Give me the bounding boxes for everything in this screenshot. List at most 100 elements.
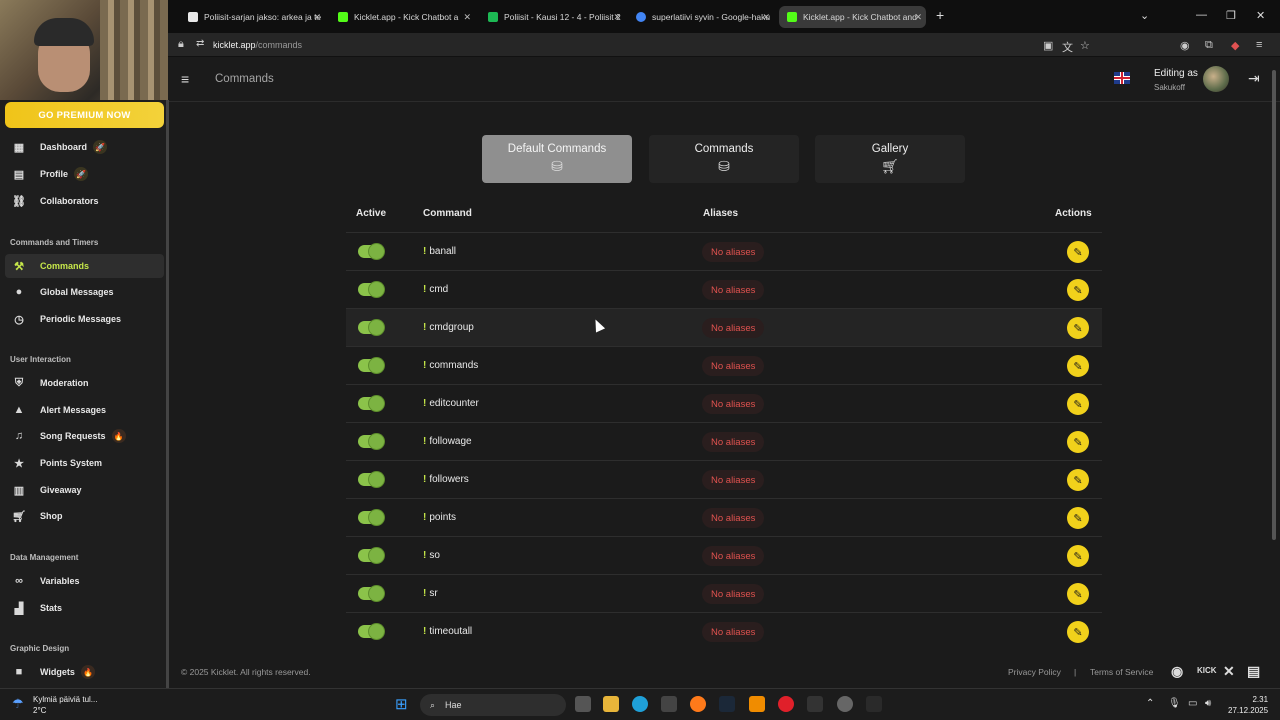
- sidebar-item-song-requests[interactable]: ♫ Song Requests 🔥: [5, 424, 164, 448]
- menu-icon[interactable]: ≡: [1256, 39, 1262, 51]
- sidebar-item-alert-messages[interactable]: ▲ Alert Messages: [5, 398, 164, 422]
- store-icon[interactable]: [661, 696, 677, 712]
- opera-icon[interactable]: [778, 696, 794, 712]
- tab-commands[interactable]: Commands ⛁: [649, 135, 799, 183]
- file-explorer-icon[interactable]: [603, 696, 619, 712]
- active-toggle[interactable]: [358, 282, 384, 297]
- edit-pencil-icon[interactable]: ✎: [1067, 583, 1089, 605]
- active-toggle[interactable]: [358, 472, 384, 487]
- edge-icon[interactable]: [632, 696, 648, 712]
- browser-tab-2[interactable]: Poliisit - Kausi 12 - 4 - Poliisit 2 ✕: [480, 6, 625, 28]
- browser-tab-1[interactable]: Kicklet.app - Kick Chatbot a ✕: [330, 6, 475, 28]
- active-toggle[interactable]: [358, 244, 384, 259]
- sidebar-scrollbar[interactable]: [166, 100, 169, 688]
- addon-icon[interactable]: ◆: [1231, 39, 1239, 52]
- microphone-icon[interactable]: 🎙︎: [1168, 698, 1181, 709]
- sidebar-item-variables[interactable]: ∞ Variables: [5, 569, 164, 593]
- active-toggle[interactable]: [358, 396, 384, 411]
- sidebar-item-giveaway[interactable]: ▥ Giveaway: [5, 478, 164, 502]
- account-icon[interactable]: ◉: [1180, 39, 1190, 52]
- active-toggle[interactable]: [358, 320, 384, 335]
- avatar[interactable]: [1203, 66, 1229, 92]
- terminal-icon[interactable]: [807, 696, 823, 712]
- sidebar-item-label: Variables: [40, 576, 80, 586]
- minimize-icon[interactable]: —: [1196, 9, 1207, 21]
- task-view-icon[interactable]: [575, 696, 591, 712]
- sidebar-item-collaborators[interactable]: ⛓ Collaborators: [5, 189, 164, 213]
- bookmark-star-icon[interactable]: ☆: [1080, 39, 1090, 52]
- reader-view-icon[interactable]: ▣: [1043, 39, 1053, 52]
- edit-pencil-icon[interactable]: ✎: [1067, 431, 1089, 453]
- browser-tab-0[interactable]: Poliisit-sarjan jakso: arkea ja te ✕: [180, 6, 325, 28]
- active-toggle[interactable]: [358, 358, 384, 373]
- sidebar-item-points-system[interactable]: ★ Points System: [5, 451, 164, 475]
- translate-icon[interactable]: 文: [1062, 39, 1073, 55]
- new-tab-icon[interactable]: +: [936, 7, 944, 23]
- edit-pencil-icon[interactable]: ✎: [1067, 317, 1089, 339]
- logout-icon[interactable]: ⇥: [1248, 70, 1260, 87]
- close-icon[interactable]: ✕: [914, 12, 922, 23]
- edit-pencil-icon[interactable]: ✎: [1067, 279, 1089, 301]
- close-icon[interactable]: ✕: [613, 12, 621, 23]
- x-icon[interactable]: ✕: [1223, 663, 1235, 680]
- sidebar-item-shop[interactable]: 🛒︎ Shop: [5, 504, 164, 528]
- edit-pencil-icon[interactable]: ✎: [1067, 355, 1089, 377]
- firefox-icon[interactable]: [690, 696, 706, 712]
- weather-widget[interactable]: Kylmiä päiviä tul... 2°C: [33, 694, 97, 716]
- steam-icon[interactable]: [719, 696, 735, 712]
- go-premium-button[interactable]: GO PREMIUM NOW: [5, 102, 164, 128]
- edit-pencil-icon[interactable]: ✎: [1067, 621, 1089, 643]
- sidebar-item-dashboard[interactable]: ▦ Dashboard 🚀: [5, 135, 164, 159]
- privacy-policy-link[interactable]: Privacy Policy: [1008, 667, 1061, 677]
- edit-pencil-icon[interactable]: ✎: [1067, 469, 1089, 491]
- uk-flag-icon[interactable]: [1114, 72, 1130, 84]
- settings-gear-icon[interactable]: [837, 696, 853, 712]
- sidebar-item-profile[interactable]: ▤ Profile 🚀: [5, 162, 164, 186]
- volume-icon[interactable]: 🔊︎: [1205, 698, 1211, 709]
- tab-list-chevron-icon[interactable]: ⌄: [1140, 9, 1149, 22]
- kick-icon[interactable]: KICK: [1197, 666, 1217, 675]
- extensions-icon[interactable]: ⧉: [1205, 39, 1213, 52]
- edit-pencil-icon[interactable]: ✎: [1067, 507, 1089, 529]
- active-toggle[interactable]: [358, 548, 384, 563]
- active-toggle[interactable]: [358, 624, 384, 639]
- sidebar-item-periodic-messages[interactable]: ◷ Periodic Messages: [5, 307, 164, 331]
- tab-gallery[interactable]: Gallery 🛒︎: [815, 135, 965, 183]
- sidebar-item-stats[interactable]: ▟ Stats: [5, 596, 164, 620]
- tab-default-commands[interactable]: Default Commands ⛁: [482, 135, 632, 183]
- close-icon[interactable]: ✕: [313, 12, 321, 23]
- lock-icon[interactable]: 🔒︎: [178, 38, 184, 51]
- table-row: ! sr No aliases ✎: [346, 574, 1102, 612]
- taskbar-search[interactable]: ⌕ Hae: [420, 694, 566, 716]
- sidebar-item-widgets[interactable]: ■ Widgets 🔥: [5, 660, 164, 684]
- browser-tab-4[interactable]: Kicklet.app - Kick Chatbot and ✕: [779, 6, 926, 28]
- close-window-icon[interactable]: ✕: [1256, 9, 1265, 22]
- weather-icon[interactable]: ☂: [12, 696, 24, 712]
- active-toggle[interactable]: [358, 434, 384, 449]
- edit-pencil-icon[interactable]: ✎: [1067, 393, 1089, 415]
- document-icon[interactable]: ▤: [1247, 663, 1260, 680]
- vlc-icon[interactable]: [749, 696, 765, 712]
- network-icon[interactable]: ▭: [1188, 698, 1197, 709]
- active-toggle[interactable]: [358, 586, 384, 601]
- edit-pencil-icon[interactable]: ✎: [1067, 545, 1089, 567]
- close-icon[interactable]: ✕: [762, 12, 770, 23]
- close-icon[interactable]: ✕: [463, 12, 471, 23]
- main-scrollbar[interactable]: [1272, 70, 1276, 540]
- system-clock[interactable]: 2.31 27.12.2025: [1228, 694, 1268, 716]
- discord-icon[interactable]: ◉: [1171, 663, 1183, 680]
- tray-chevron-icon[interactable]: ⌃: [1146, 698, 1154, 709]
- active-toggle[interactable]: [358, 510, 384, 525]
- sidebar-item-moderation[interactable]: ⛨ Moderation: [5, 371, 164, 395]
- audio-app-icon[interactable]: [866, 696, 882, 712]
- terms-of-service-link[interactable]: Terms of Service: [1090, 667, 1153, 677]
- windows-start-icon[interactable]: ⊞: [395, 695, 408, 713]
- menu-toggle-icon[interactable]: ≡: [181, 71, 189, 87]
- sidebar-item-global-messages[interactable]: ● Global Messages: [5, 280, 164, 304]
- site-settings-icon[interactable]: ⇄: [196, 38, 204, 49]
- url-field[interactable]: kicklet.app/commands: [213, 40, 302, 50]
- maximize-icon[interactable]: ❐: [1226, 9, 1236, 22]
- browser-tab-3[interactable]: superlatiivi syvin - Google-haku ✕: [628, 6, 774, 28]
- sidebar-item-commands[interactable]: ⚒ Commands: [5, 254, 164, 278]
- edit-pencil-icon[interactable]: ✎: [1067, 241, 1089, 263]
